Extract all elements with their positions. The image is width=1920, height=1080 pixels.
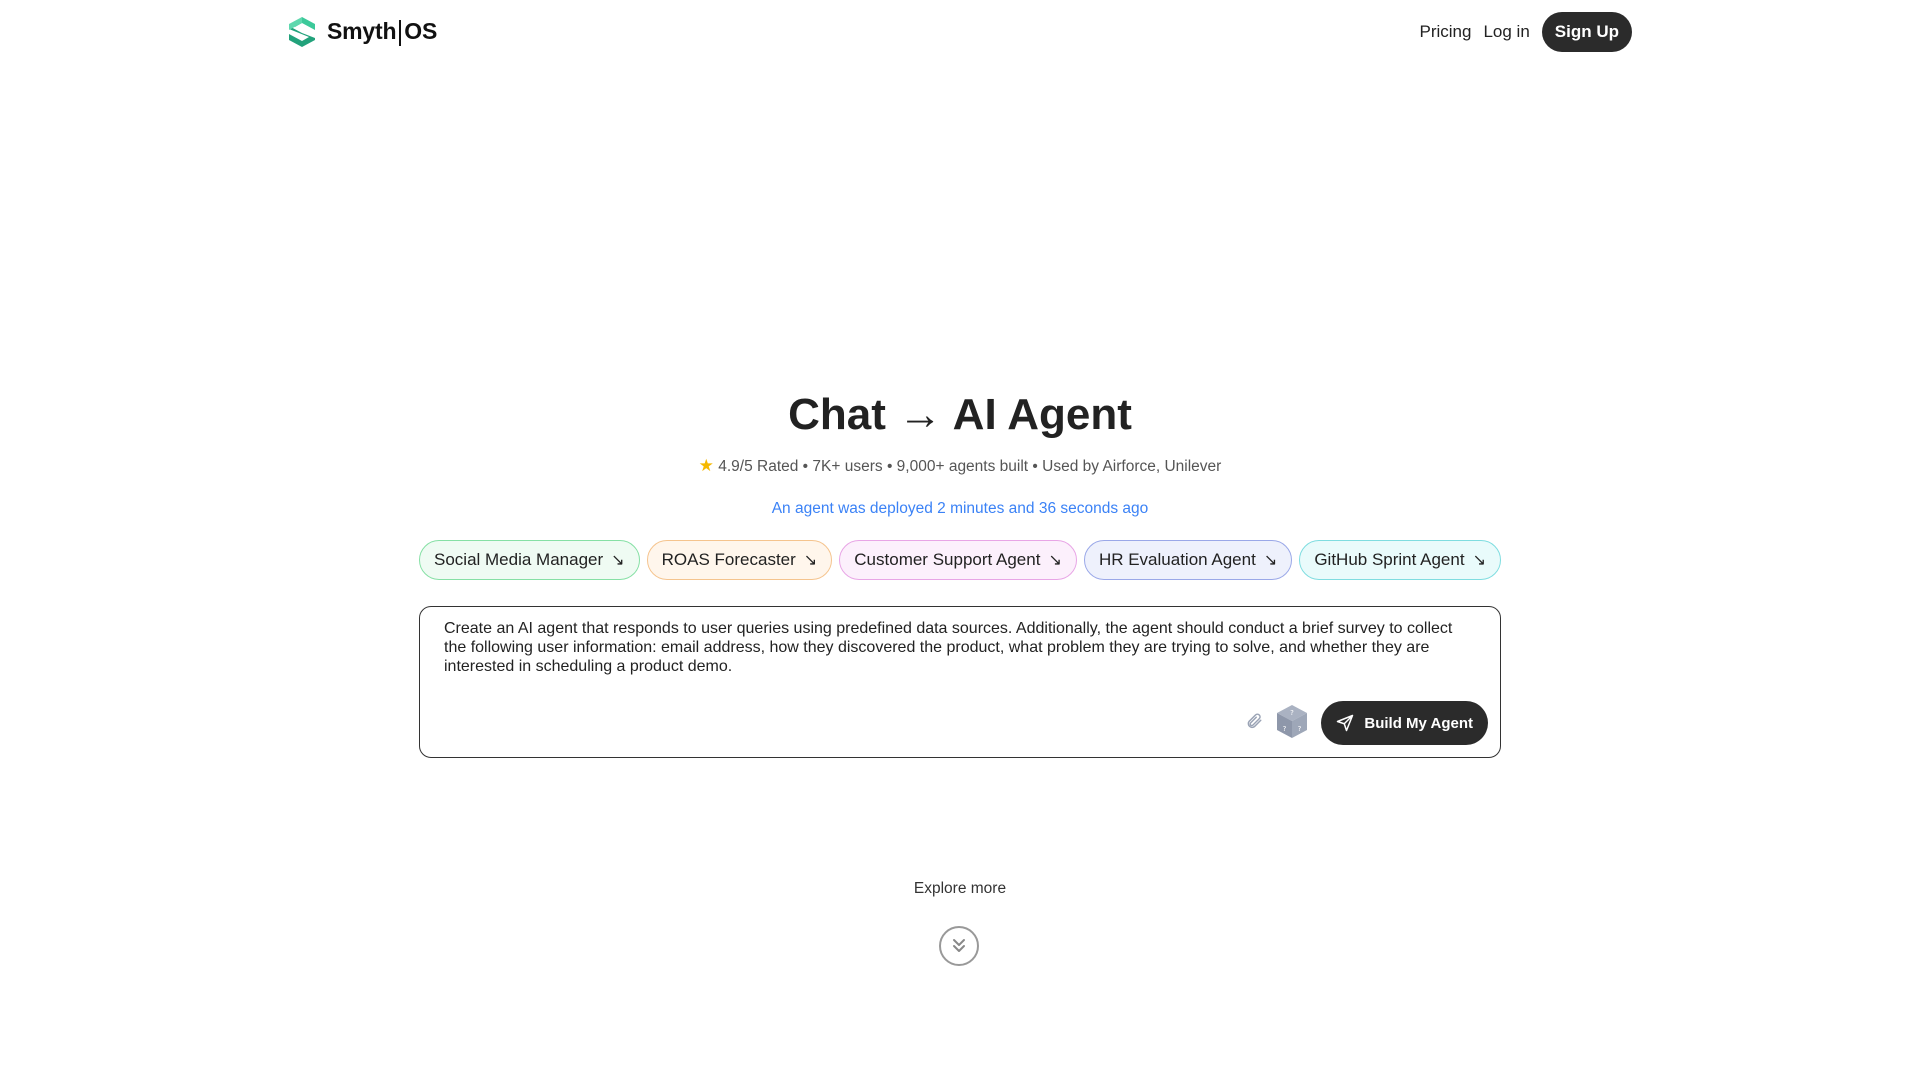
pricing-link[interactable]: Pricing	[1419, 22, 1471, 42]
arrow-down-right-icon: ↘	[1048, 552, 1062, 569]
explore-more-label: Explore more	[913, 880, 1007, 897]
build-agent-label: Build My Agent	[1364, 714, 1473, 732]
prompt-box: Create an AI agent that responds to user…	[419, 606, 1501, 758]
random-dice-icon[interactable]: ? ? ?	[1275, 703, 1309, 744]
page-title: Chat → AI Agent	[788, 390, 1132, 439]
template-chip[interactable]: GitHub Sprint Agent ↘	[1299, 540, 1501, 580]
arrow-down-right-icon: ↘	[1263, 552, 1278, 569]
send-icon	[1337, 714, 1354, 732]
build-agent-button[interactable]: Build My Agent	[1321, 701, 1488, 745]
template-chip[interactable]: Customer Support Agent ↘	[839, 540, 1077, 580]
signup-button[interactable]: Sign Up	[1541, 12, 1632, 52]
chip-label: ROAS Forecaster	[661, 550, 796, 569]
login-link[interactable]: Log in	[1483, 22, 1529, 42]
logo[interactable]: Smyth OS	[287, 16, 437, 48]
template-chip[interactable]: Social Media Manager ↘	[419, 540, 640, 580]
brand-left: Smyth	[327, 18, 397, 45]
chip-label: GitHub Sprint Agent	[1314, 550, 1465, 569]
arrow-down-right-icon: ↘	[611, 552, 625, 569]
attach-icon[interactable]	[1245, 712, 1263, 735]
svg-text:?: ?	[1298, 725, 1302, 733]
arrow-down-right-icon: ↘	[1472, 552, 1486, 569]
chip-label: Customer Support Agent	[854, 550, 1041, 569]
scroll-down-button[interactable]	[939, 926, 979, 966]
prompt-tools: ? ? ? Build My Agent	[1245, 701, 1488, 745]
star-icon: ★	[698, 456, 714, 475]
stats-line: ★ 4.9/5 Rated • 7K+ users • 9,000+ agent…	[0, 456, 1920, 476]
chip-label: Social Media Manager	[434, 550, 604, 569]
template-chips: Social Media Manager ↘ ROAS Forecaster ↘ Cus…	[419, 540, 1501, 580]
arrow-down-right-icon: ↘	[803, 552, 818, 569]
deployed-status: An agent was deployed 2 minutes and 36 s…	[771, 500, 1149, 517]
stats-text: 4.9/5 Rated • 7K+ users • 9,000+ agents …	[718, 458, 1222, 475]
chip-label: HR Evaluation Agent	[1098, 550, 1256, 569]
hero: Chat → AI Agent ★ 4.9/5 Rated • 7K+ user…	[0, 390, 1920, 518]
double-chevron-down-icon	[953, 939, 965, 952]
prompt-input[interactable]: Create an AI agent that responds to user…	[444, 619, 1474, 699]
svg-text:?: ?	[1283, 725, 1287, 733]
top-nav: Pricing Log in Sign Up	[1419, 12, 1632, 52]
smythos-logo-icon	[289, 17, 315, 47]
brand-divider	[399, 19, 402, 46]
svg-text:?: ?	[1291, 709, 1295, 717]
brand-right: OS	[404, 18, 438, 45]
template-chip[interactable]: HR Evaluation Agent ↘	[1083, 540, 1293, 580]
template-chip[interactable]: ROAS Forecaster ↘	[646, 540, 833, 580]
